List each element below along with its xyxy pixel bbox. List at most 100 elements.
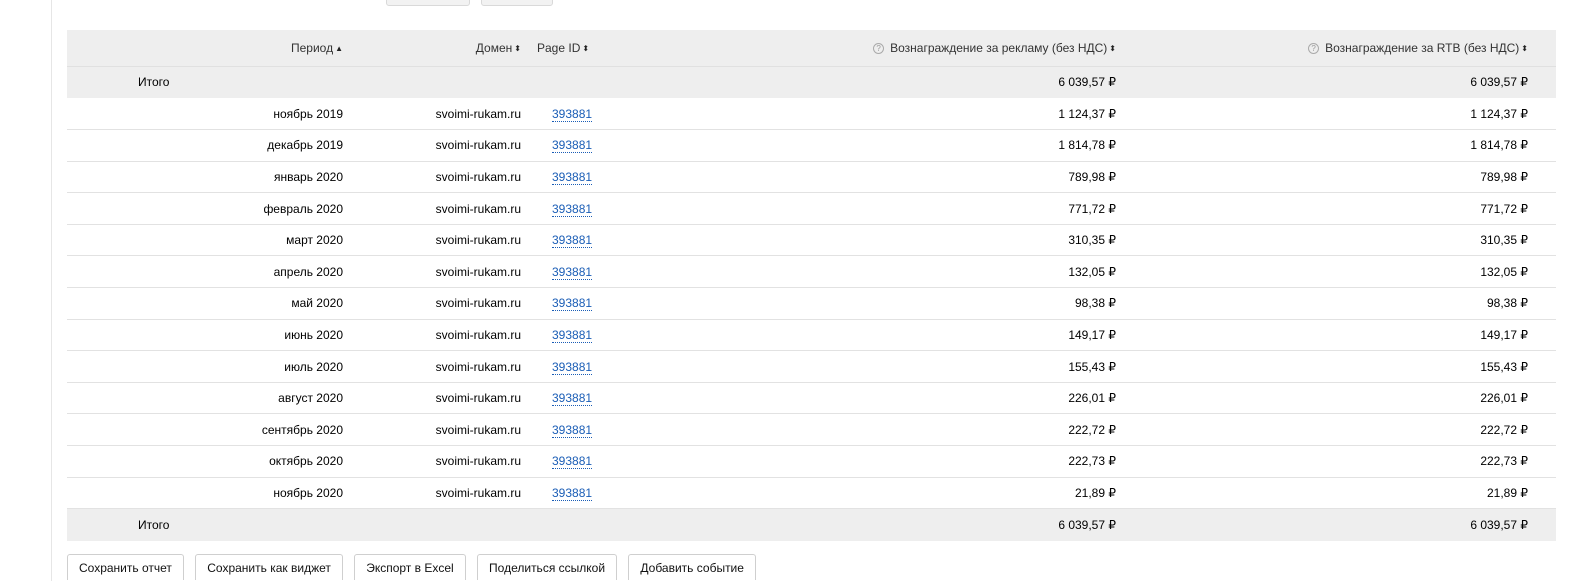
toolbar-button[interactable] <box>386 0 470 6</box>
page-id-link[interactable]: 393881 <box>552 327 593 343</box>
column-header-label: Период <box>290 40 334 55</box>
report-table-container: Период ▲ Домен ⬍ Page ID ⬍ ? Вознаграждение … <box>67 30 1556 541</box>
column-header-reward-ads[interactable]: ? Вознаграждение за рекламу (без НДС) ⬍ <box>662 30 1122 67</box>
add-event-button[interactable]: Добавить событие <box>628 554 756 580</box>
cell-domain: svoimi-rukam.ru <box>435 327 521 342</box>
column-header-label: Вознаграждение за рекламу (без НДС) <box>890 40 1108 55</box>
left-sidebar <box>0 0 52 581</box>
cell-reward-ads: 310,35 ₽ <box>1068 233 1116 248</box>
export-excel-button[interactable]: Экспорт в Excel <box>354 554 466 580</box>
table-row: декабрь 2019 svoimi-rukam.ru 393881 1 814,7… <box>67 130 1556 162</box>
table-body: Итого 6 039,57 ₽ 6 039,57 ₽ ноябрь 2019 s… <box>67 66 1556 541</box>
cell-reward-rtb: 1 124,37 ₽ <box>1470 106 1528 121</box>
cell-period: октябрь 2020 <box>269 454 343 469</box>
cell-domain: svoimi-rukam.ru <box>435 454 521 469</box>
toolbar-button[interactable] <box>481 0 553 6</box>
page-id-link[interactable]: 393881 <box>552 138 593 154</box>
cell-period: июнь 2020 <box>284 327 343 342</box>
cell-reward-ads: 222,73 ₽ <box>1068 454 1116 469</box>
sort-asc-icon: ▲ <box>335 44 343 54</box>
cell-period: март 2020 <box>286 233 343 248</box>
table-row: ноябрь 2020 svoimi-rukam.ru 393881 21,89 ₽ 2… <box>67 477 1556 509</box>
column-header-domain[interactable]: Домен ⬍ <box>347 30 527 67</box>
cell-period: ноябрь 2019 <box>273 106 343 121</box>
sort-both-icon: ⬍ <box>514 44 521 54</box>
column-header-label: Вознаграждение за RTB (без НДС) <box>1325 40 1520 55</box>
page-id-link[interactable]: 393881 <box>552 106 593 122</box>
table-row: август 2020 svoimi-rukam.ru 393881 226,01 ₽… <box>67 382 1556 414</box>
cell-reward-rtb: 21,89 ₽ <box>1487 485 1528 500</box>
page-id-link[interactable]: 393881 <box>552 485 593 501</box>
cell-domain: svoimi-rukam.ru <box>435 359 521 374</box>
column-header-reward-rtb[interactable]: ? Вознаграждение за RTB (без НДС) ⬍ <box>1122 30 1556 67</box>
cell-period: январь 2020 <box>274 169 343 184</box>
cell-domain: svoimi-rukam.ru <box>435 201 521 216</box>
table-header-row: Период ▲ Домен ⬍ Page ID ⬍ ? Вознаграждение … <box>67 30 1556 67</box>
help-icon[interactable]: ? <box>1308 43 1320 55</box>
cell-domain: svoimi-rukam.ru <box>435 169 521 184</box>
cell-page-id: 393881 <box>527 351 662 383</box>
cell-page-id: 393881 <box>527 193 662 225</box>
cell-domain: svoimi-rukam.ru <box>435 233 521 248</box>
table-row: март 2020 svoimi-rukam.ru 393881 310,35 ₽ 31… <box>67 224 1556 256</box>
help-icon[interactable]: ? <box>873 43 885 55</box>
cell-reward-ads: 155,43 ₽ <box>1068 359 1116 374</box>
top-toolbar-partial <box>68 0 668 8</box>
cell-period: ноябрь 2020 <box>273 485 343 500</box>
cell-reward-ads: 149,17 ₽ <box>1068 327 1116 342</box>
sort-both-icon: ⬍ <box>1521 44 1528 54</box>
page-id-link[interactable]: 393881 <box>552 201 593 217</box>
cell-period: декабрь 2019 <box>267 138 343 153</box>
column-header-period[interactable]: Период ▲ <box>67 30 347 67</box>
cell-page-id: 393881 <box>527 477 662 509</box>
cell-domain: svoimi-rukam.ru <box>435 391 521 406</box>
cell-period: апрель 2020 <box>273 264 343 279</box>
report-actions: Сохранить отчет Сохранить как виджет Экс… <box>67 554 764 581</box>
cell-reward-ads: 1 814,78 ₽ <box>1058 138 1116 153</box>
page-id-link[interactable]: 393881 <box>552 264 593 280</box>
column-header-page-id[interactable]: Page ID ⬍ <box>527 30 662 67</box>
cell-reward-rtb: 310,35 ₽ <box>1480 233 1528 248</box>
cell-reward-rtb: 98,38 ₽ <box>1487 296 1528 311</box>
cell-domain: svoimi-rukam.ru <box>435 106 521 121</box>
table-row: сентябрь 2020 svoimi-rukam.ru 393881 222,72… <box>67 414 1556 446</box>
cell-reward-rtb: 155,43 ₽ <box>1480 359 1528 374</box>
page-id-link[interactable]: 393881 <box>552 296 593 312</box>
cell-domain: svoimi-rukam.ru <box>435 485 521 500</box>
cell-domain: svoimi-rukam.ru <box>435 422 521 437</box>
cell-reward-rtb: 771,72 ₽ <box>1480 201 1528 216</box>
page-id-link[interactable]: 393881 <box>552 391 593 407</box>
share-link-button[interactable]: Поделиться ссылкой <box>477 554 618 580</box>
total-row-bottom: Итого 6 039,57 ₽ 6 039,57 ₽ <box>67 508 1556 541</box>
cell-reward-ads: 789,98 ₽ <box>1068 169 1116 184</box>
cell-domain: svoimi-rukam.ru <box>435 264 521 279</box>
total-label: Итого <box>138 517 170 532</box>
total-row-top: Итого 6 039,57 ₽ 6 039,57 ₽ <box>67 66 1556 98</box>
page-id-link[interactable]: 393881 <box>552 454 593 470</box>
cell-reward-ads: 222,72 ₽ <box>1068 422 1116 437</box>
cell-reward-rtb: 222,73 ₽ <box>1480 454 1528 469</box>
page-id-link[interactable]: 393881 <box>552 422 593 438</box>
table-row: январь 2020 svoimi-rukam.ru 393881 789,98 ₽… <box>67 161 1556 193</box>
cell-page-id: 393881 <box>527 130 662 162</box>
cell-reward-rtb: 226,01 ₽ <box>1480 391 1528 406</box>
save-as-widget-button[interactable]: Сохранить как виджет <box>195 554 343 580</box>
cell-page-id: 393881 <box>527 98 662 130</box>
cell-page-id: 393881 <box>527 256 662 288</box>
page-id-link[interactable]: 393881 <box>552 233 593 249</box>
page-id-link[interactable]: 393881 <box>552 169 593 185</box>
cell-reward-rtb: 1 814,78 ₽ <box>1470 138 1528 153</box>
cell-reward-ads: 1 124,37 ₽ <box>1058 106 1116 121</box>
cell-reward-rtb: 222,72 ₽ <box>1480 422 1528 437</box>
page-id-link[interactable]: 393881 <box>552 359 593 375</box>
cell-reward-rtb: 132,05 ₽ <box>1480 264 1528 279</box>
cell-page-id: 393881 <box>527 224 662 256</box>
cell-reward-ads: 226,01 ₽ <box>1068 391 1116 406</box>
cell-period: февраль 2020 <box>263 201 343 216</box>
table-row: апрель 2020 svoimi-rukam.ru 393881 132,05 ₽… <box>67 256 1556 288</box>
report-page: Период ▲ Домен ⬍ Page ID ⬍ ? Вознаграждение … <box>0 0 1586 581</box>
cell-page-id: 393881 <box>527 382 662 414</box>
table-row: май 2020 svoimi-rukam.ru 393881 98,38 ₽ 98,3… <box>67 288 1556 320</box>
save-report-button[interactable]: Сохранить отчет <box>67 554 184 580</box>
cell-period: май 2020 <box>291 296 343 311</box>
